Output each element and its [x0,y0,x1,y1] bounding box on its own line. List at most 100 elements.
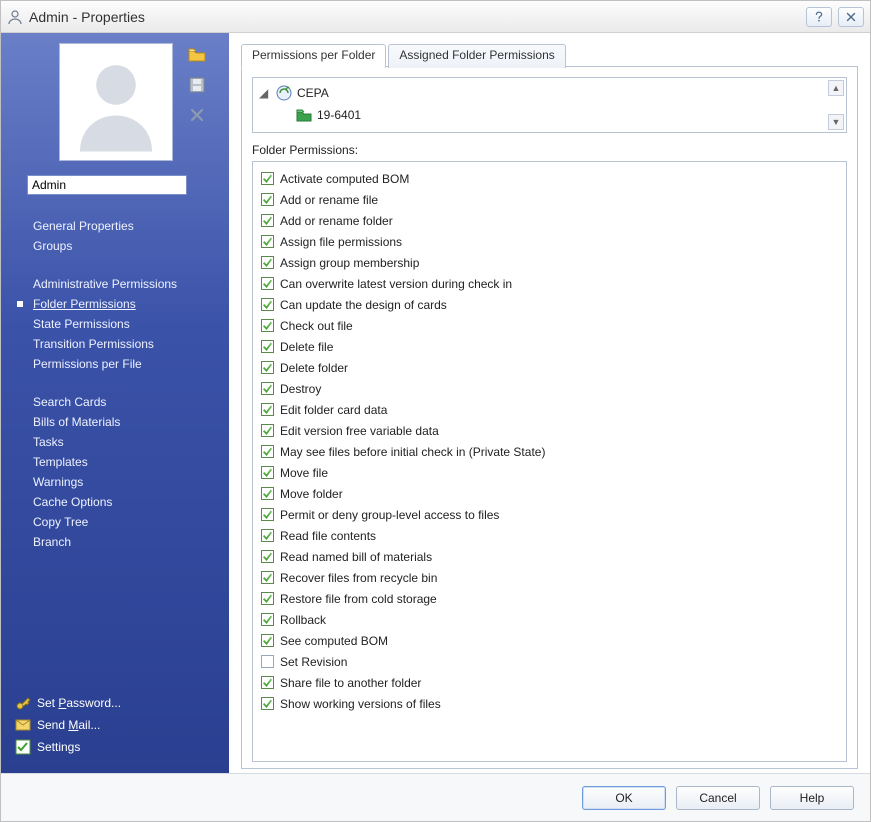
permission-checkbox[interactable] [261,571,274,584]
sidebar-item-copy-tree[interactable]: Copy Tree [33,515,221,529]
permission-checkbox[interactable] [261,193,274,206]
tab-permissions-per-folder[interactable]: Permissions per Folder [241,44,386,68]
save-icon[interactable] [187,75,207,95]
permission-checkbox[interactable] [261,340,274,353]
permission-row[interactable]: Read named bill of materials [261,546,838,567]
permission-label: Move folder [280,487,343,501]
permission-row[interactable]: Check out file [261,315,838,336]
permission-label: Rollback [280,613,326,627]
permission-row[interactable]: Can update the design of cards [261,294,838,315]
sidebar-item-general-properties[interactable]: General Properties [33,219,221,233]
sidebar-item-groups[interactable]: Groups [33,239,221,253]
body: General Properties Groups Administrative P… [1,33,870,773]
permission-checkbox[interactable] [261,256,274,269]
window-title: Admin - Properties [29,9,145,25]
permission-checkbox[interactable] [261,445,274,458]
folder-tree[interactable]: ◢ CEPA 19-6401 ▲ ▼ [252,77,847,133]
close-button[interactable] [838,7,864,27]
sidebar-item-branch[interactable]: Branch [33,535,221,549]
permission-checkbox[interactable] [261,550,274,563]
permission-row[interactable]: Move file [261,462,838,483]
user-name-input[interactable] [27,175,187,195]
permission-checkbox[interactable] [261,424,274,437]
permission-checkbox[interactable] [261,676,274,689]
set-password-action[interactable]: Set Password... [15,695,221,711]
permission-row[interactable]: Recover files from recycle bin [261,567,838,588]
permission-checkbox[interactable] [261,529,274,542]
sidebar-item-cache-options[interactable]: Cache Options [33,495,221,509]
sidebar-item-transition-permissions[interactable]: Transition Permissions [33,337,221,351]
permission-label: Move file [280,466,328,480]
open-folder-icon[interactable] [187,45,207,65]
sidebar-item-search-cards[interactable]: Search Cards [33,395,221,409]
permission-row[interactable]: Read file contents [261,525,838,546]
permission-row[interactable]: Add or rename file [261,189,838,210]
permission-row[interactable]: May see files before initial check in (P… [261,441,838,462]
permission-row[interactable]: Destroy [261,378,838,399]
permission-row[interactable]: Can overwrite latest version during chec… [261,273,838,294]
permission-checkbox[interactable] [261,487,274,500]
permission-checkbox[interactable] [261,655,274,668]
permission-row[interactable]: Permit or deny group-level access to fil… [261,504,838,525]
permission-row[interactable]: Restore file from cold storage [261,588,838,609]
scroll-up-button[interactable]: ▲ [828,80,844,96]
permission-checkbox[interactable] [261,466,274,479]
permission-row[interactable]: Move folder [261,483,838,504]
window: Admin - Properties [0,0,871,822]
permission-checkbox[interactable] [261,613,274,626]
permission-row[interactable]: See computed BOM [261,630,838,651]
permission-checkbox[interactable] [261,361,274,374]
permission-row[interactable]: Delete folder [261,357,838,378]
sidebar-item-administrative-permissions[interactable]: Administrative Permissions [33,277,221,291]
footer: OK Cancel Help [1,773,870,821]
tab-assigned-folder-permissions[interactable]: Assigned Folder Permissions [388,44,565,68]
sidebar-item-permissions-per-file[interactable]: Permissions per File [33,357,221,371]
permission-label: May see files before initial check in (P… [280,445,545,459]
sidebar-item-tasks[interactable]: Tasks [33,435,221,449]
sidebar-item-templates[interactable]: Templates [33,455,221,469]
send-mail-action[interactable]: Send Mail... [15,717,221,733]
permission-row[interactable]: Edit folder card data [261,399,838,420]
permission-row[interactable]: Assign group membership [261,252,838,273]
settings-action[interactable]: Settings [15,739,221,755]
permission-label: Restore file from cold storage [280,592,437,606]
permission-checkbox[interactable] [261,214,274,227]
permission-row[interactable]: Edit version free variable data [261,420,838,441]
permission-label: Show working versions of files [280,697,441,711]
tree-root-row[interactable]: ◢ CEPA [259,82,840,104]
help-button-footer[interactable]: Help [770,786,854,810]
permission-row[interactable]: Assign file permissions [261,231,838,252]
permission-checkbox[interactable] [261,298,274,311]
permission-row[interactable]: Rollback [261,609,838,630]
sidebar-item-state-permissions[interactable]: State Permissions [33,317,221,331]
scroll-down-button[interactable]: ▼ [828,114,844,130]
permission-row[interactable]: Add or rename folder [261,210,838,231]
cancel-button[interactable]: Cancel [676,786,760,810]
permission-checkbox[interactable] [261,634,274,647]
sidebar-item-warnings[interactable]: Warnings [33,475,221,489]
tree-child-row[interactable]: 19-6401 [295,104,840,126]
permission-checkbox[interactable] [261,403,274,416]
permission-checkbox[interactable] [261,508,274,521]
permission-checkbox[interactable] [261,235,274,248]
tree-scrollbar[interactable]: ▲ ▼ [828,80,844,130]
delete-icon[interactable] [187,105,207,125]
permission-checkbox[interactable] [261,592,274,605]
permission-row[interactable]: Share file to another folder [261,672,838,693]
sidebar-item-bills-of-materials[interactable]: Bills of Materials [33,415,221,429]
ok-button[interactable]: OK [582,786,666,810]
permission-row[interactable]: Show working versions of files [261,693,838,714]
permission-checkbox[interactable] [261,277,274,290]
permission-checkbox[interactable] [261,382,274,395]
permissions-list[interactable]: Activate computed BOMAdd or rename fileA… [252,161,847,762]
sidebar-item-folder-permissions[interactable]: Folder Permissions [33,297,221,311]
permission-checkbox[interactable] [261,319,274,332]
permission-row[interactable]: Set Revision [261,651,838,672]
permission-label: Delete file [280,340,333,354]
permission-checkbox[interactable] [261,172,274,185]
permission-checkbox[interactable] [261,697,274,710]
permission-row[interactable]: Activate computed BOM [261,168,838,189]
expander-icon[interactable]: ◢ [259,86,271,100]
permission-row[interactable]: Delete file [261,336,838,357]
help-button[interactable] [806,7,832,27]
